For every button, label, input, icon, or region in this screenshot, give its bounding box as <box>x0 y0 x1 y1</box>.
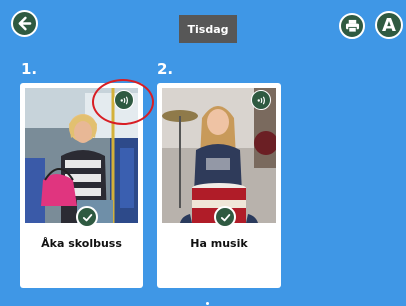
speaker-icon <box>257 96 265 104</box>
highlight-ring <box>92 79 154 125</box>
done-check-2[interactable] <box>214 206 236 228</box>
done-check-1[interactable] <box>76 206 98 228</box>
checkmark-icon <box>82 213 92 221</box>
activity-number-1: 1. <box>21 60 38 78</box>
activity-number-2: 2. <box>157 60 174 78</box>
print-button[interactable] <box>339 13 365 39</box>
arrow-left-icon <box>18 16 32 31</box>
activity-card-2[interactable]: Ha musik <box>157 83 281 288</box>
back-button[interactable] <box>11 10 38 37</box>
checkmark-icon <box>220 213 230 221</box>
letter-a-button[interactable]: A <box>375 11 403 39</box>
activity-label-2: Ha musik <box>190 237 248 250</box>
printer-icon <box>345 19 359 33</box>
letter-a-label: A <box>382 14 396 36</box>
activity-label-1: Åka skolbuss <box>41 237 122 250</box>
audio-button-2[interactable] <box>251 90 271 110</box>
day-title: Tisdag <box>179 15 237 43</box>
page-indicator-dot <box>206 302 209 305</box>
